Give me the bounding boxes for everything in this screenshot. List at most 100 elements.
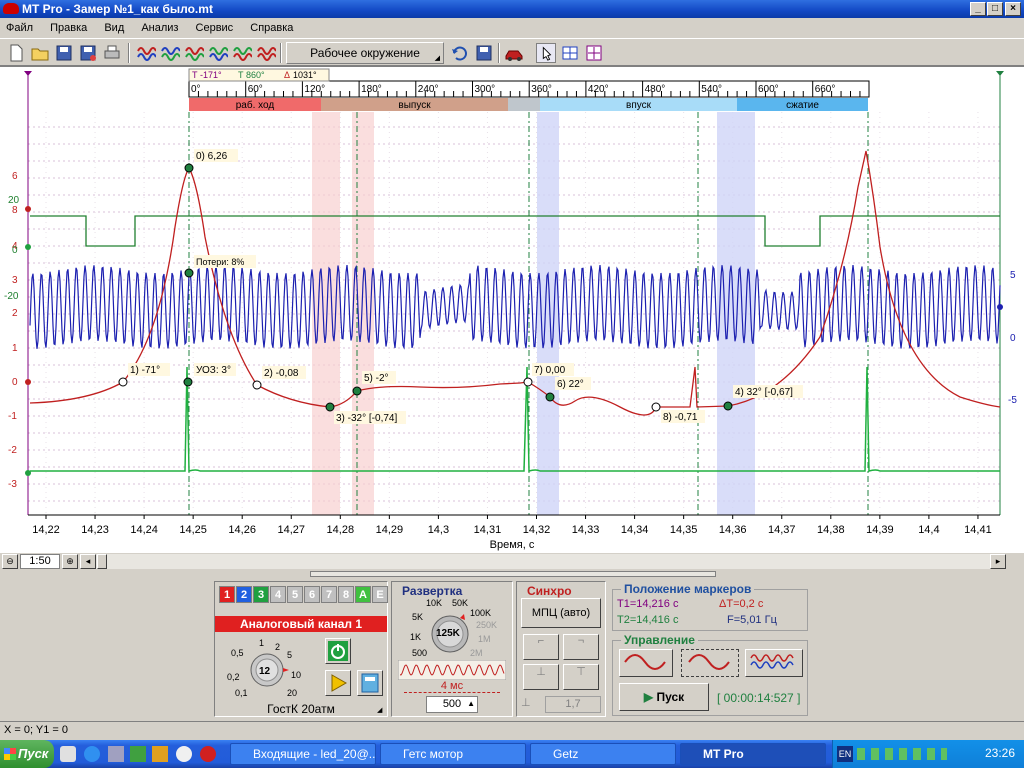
- channel-tab-1[interactable]: 1: [219, 586, 235, 603]
- point-7[interactable]: [523, 377, 533, 387]
- left-marker-handle-icon[interactable]: [24, 71, 32, 76]
- channel-enable-button[interactable]: [325, 638, 351, 664]
- sync-level-up-button[interactable]: ⊥: [523, 664, 559, 690]
- channel-play-button[interactable]: [325, 670, 351, 696]
- quicklaunch-desktop-icon[interactable]: [60, 746, 76, 762]
- point-3[interactable]: [325, 402, 335, 412]
- menu-edit[interactable]: Правка: [44, 18, 95, 38]
- quicklaunch-media-icon[interactable]: [176, 746, 192, 762]
- close-button[interactable]: ×: [1005, 2, 1021, 16]
- signal-wave-3-icon[interactable]: [184, 43, 204, 63]
- car-icon[interactable]: [504, 43, 524, 63]
- scroll-left-button[interactable]: ◂: [80, 554, 96, 569]
- quicklaunch-ie-icon[interactable]: [84, 746, 100, 762]
- task-mail[interactable]: Входящие - led_20@...: [230, 743, 376, 765]
- point-loss[interactable]: [184, 268, 194, 278]
- fit-view-icon[interactable]: [584, 43, 604, 63]
- sweep-count-input[interactable]: 500 ▲: [426, 696, 478, 713]
- calculator-button[interactable]: [357, 670, 383, 696]
- right-marker-handle-icon[interactable]: [996, 71, 1004, 76]
- time-tick-label: 14,28: [327, 524, 355, 536]
- zoom-out-button[interactable]: ⊖: [2, 554, 18, 569]
- point-1[interactable]: [118, 377, 128, 387]
- point-6[interactable]: [545, 392, 555, 402]
- print-icon[interactable]: [102, 43, 122, 63]
- menu-help[interactable]: Справка: [244, 18, 301, 38]
- menu-view[interactable]: Вид: [98, 18, 132, 38]
- minimize-button[interactable]: _: [970, 2, 986, 16]
- point-5[interactable]: [352, 386, 362, 396]
- environment-combo[interactable]: Рабочее окружение ◢: [286, 42, 444, 64]
- task-folder-gets[interactable]: Гетс мотор: [380, 743, 526, 765]
- plot-canvas[interactable]: 0° 60° 120° 180° 240° 300° 360° 420° 480° 540° 600…: [0, 67, 1024, 553]
- new-file-icon[interactable]: [6, 43, 26, 63]
- save-as-icon[interactable]: [78, 43, 98, 63]
- menu-service[interactable]: Сервис: [190, 18, 242, 38]
- point-uoz[interactable]: [183, 377, 193, 387]
- channel-tab-E[interactable]: E: [372, 586, 388, 603]
- channel-tab-3[interactable]: 3: [253, 586, 269, 603]
- point-2[interactable]: [252, 380, 262, 390]
- grid-view-icon[interactable]: [560, 43, 580, 63]
- time-tick-label: 14,41: [964, 524, 992, 536]
- scroll-right-button[interactable]: ▸: [990, 554, 1006, 569]
- scroll-thumb[interactable]: [97, 554, 107, 569]
- point-8[interactable]: [651, 402, 661, 412]
- channel-tab-4[interactable]: 4: [270, 586, 286, 603]
- menu-file[interactable]: Файл: [0, 18, 41, 38]
- sync-falling-edge-button[interactable]: ¬: [563, 634, 599, 660]
- tray-icons[interactable]: [857, 748, 947, 760]
- knob-scale-label: 5: [287, 650, 293, 660]
- channel-tab-A[interactable]: A: [355, 586, 371, 603]
- channel-tab-6[interactable]: 6: [304, 586, 320, 603]
- quicklaunch-app2-icon[interactable]: [130, 746, 146, 762]
- channel-tab-5[interactable]: 5: [287, 586, 303, 603]
- panel-splitter[interactable]: [310, 571, 716, 577]
- plot-grid: [28, 112, 1000, 515]
- channel-panel: 12345678AE Аналоговый канал 1 12 0,5 1 2…: [214, 581, 388, 717]
- language-indicator[interactable]: EN: [837, 746, 853, 762]
- status-bar: X = 0; Y1 = 0: [0, 721, 1024, 739]
- save-setup-icon[interactable]: [474, 43, 494, 63]
- time-axis-label: Время, с: [490, 539, 535, 551]
- quicklaunch-app1-icon[interactable]: [108, 746, 124, 762]
- signal-wave-4-icon[interactable]: [208, 43, 228, 63]
- sync-level-down-button[interactable]: ⊤: [563, 664, 599, 690]
- quicklaunch-opera-icon[interactable]: [200, 746, 216, 762]
- oscilloscope-plot[interactable]: 0° 60° 120° 180° 240° 300° 360° 420° 480° 540° 600…: [0, 66, 1024, 552]
- sensor-dropdown-icon[interactable]: ◢: [377, 706, 382, 714]
- mode-single-button[interactable]: [619, 649, 673, 677]
- mode-continuous-button[interactable]: [681, 649, 739, 677]
- start-button[interactable]: ▶ Пуск: [619, 683, 709, 711]
- quicklaunch-app3-icon[interactable]: [152, 746, 168, 762]
- zoom-in-button[interactable]: ⊕: [62, 554, 78, 569]
- annotation-uoz: УОЗ: 3°: [196, 365, 231, 376]
- sensor-label[interactable]: ГостК 20атм: [215, 702, 387, 716]
- sync-mode-button[interactable]: МПЦ (авто): [521, 598, 601, 628]
- signal-wave-6-icon[interactable]: [256, 43, 276, 63]
- annotation-3: 3) -32° [-0,74]: [336, 413, 397, 424]
- annotation-5: 5) -2°: [364, 373, 389, 384]
- menu-analysis[interactable]: Анализ: [135, 18, 186, 38]
- save-icon[interactable]: [54, 43, 74, 63]
- cursor-mode-icon[interactable]: [536, 43, 556, 63]
- channel-tab-8[interactable]: 8: [338, 586, 354, 603]
- point-4[interactable]: [723, 401, 733, 411]
- sync-rising-edge-button[interactable]: ⌐: [523, 634, 559, 660]
- maximize-button[interactable]: □: [987, 2, 1003, 16]
- scroll-track[interactable]: [96, 554, 990, 569]
- undo-icon[interactable]: [450, 43, 470, 63]
- mode-record-button[interactable]: [745, 649, 803, 677]
- markers-title: Положение маркеров: [621, 582, 755, 596]
- time-tick-label: 14,4: [918, 524, 939, 536]
- signal-wave-1-icon[interactable]: [136, 43, 156, 63]
- open-folder-icon[interactable]: [30, 43, 50, 63]
- task-mtpro[interactable]: MT Pro: [680, 743, 826, 765]
- channel-tab-7[interactable]: 7: [321, 586, 337, 603]
- channel-tab-2[interactable]: 2: [236, 586, 252, 603]
- signal-wave-5-icon[interactable]: [232, 43, 252, 63]
- signal-wave-2-icon[interactable]: [160, 43, 180, 63]
- task-folder-getz[interactable]: Getz: [530, 743, 676, 765]
- sync-level-input[interactable]: 1,7: [545, 696, 601, 713]
- point-0[interactable]: [184, 163, 194, 173]
